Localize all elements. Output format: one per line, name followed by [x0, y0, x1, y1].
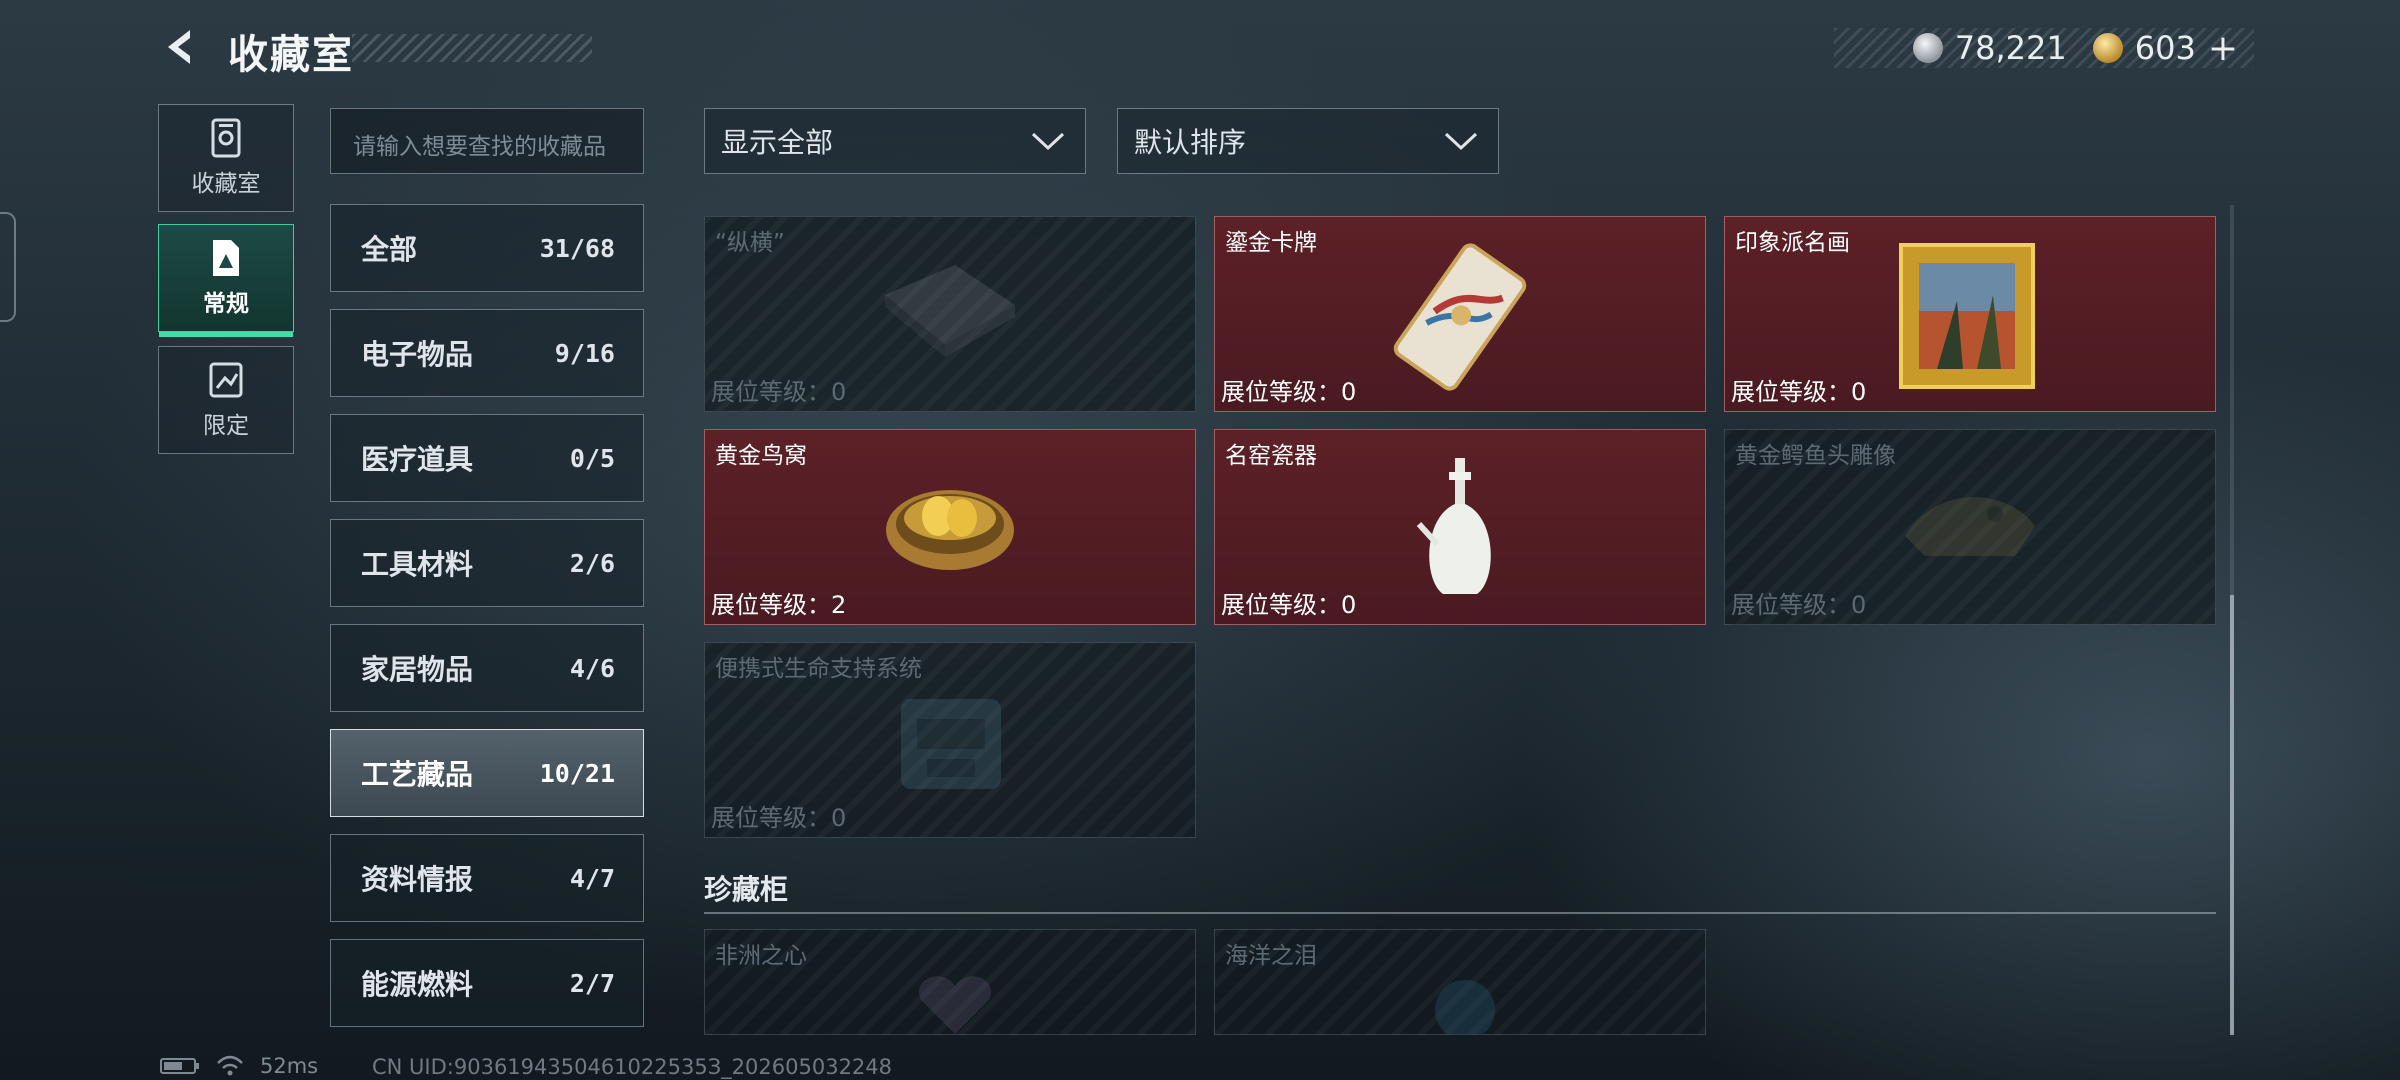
cabinet-card-ocean-tear[interactable]: 海洋之泪 [1214, 929, 1706, 1035]
silver-coin-icon [1912, 33, 1943, 63]
ping-value: 52ms [260, 1054, 319, 1078]
item-name: 便携式生命支持系统 [715, 656, 922, 682]
gold-coin-icon [2092, 33, 2123, 63]
status-bar: 52ms [160, 1054, 318, 1078]
category-name: 能源燃料 [361, 968, 474, 1001]
search-placeholder: 请输入想要查找的收藏品 [353, 134, 606, 160]
item-name: 名窑瓷器 [1225, 443, 1317, 469]
limited-icon [209, 362, 243, 398]
category-household[interactable]: 家居物品 4/6 [330, 624, 644, 712]
item-card-impressionist-painting[interactable]: 印象派名画 展位等级：0 [1724, 216, 2216, 412]
item-level: 展位等级：0 [1731, 378, 1867, 406]
life-support-icon [901, 699, 1001, 789]
item-name: 黄金鸟窝 [715, 443, 807, 469]
category-count: 2/6 [569, 548, 615, 578]
category-count: 4/6 [569, 653, 615, 683]
category-electronics[interactable]: 电子物品 9/16 [330, 309, 644, 397]
cabinet-item-name: 非洲之心 [715, 943, 807, 969]
category-energy[interactable]: 能源燃料 2/7 [330, 939, 644, 1027]
sort-value: 默认排序 [1134, 126, 1247, 159]
category-all[interactable]: 全部 31/68 [330, 204, 644, 292]
painting-icon [1899, 243, 2035, 389]
item-card-gilded-card[interactable]: 鎏金卡牌 展位等级：0 [1214, 216, 1706, 412]
category-count: 9/16 [554, 338, 615, 368]
category-name: 全部 [361, 233, 418, 266]
side-nav-collection-room[interactable]: 收藏室 [158, 104, 294, 212]
back-button[interactable] [160, 26, 202, 68]
chevron-down-icon [1031, 132, 1065, 151]
chevron-down-icon [1444, 132, 1478, 151]
item-name: 鎏金卡牌 [1225, 230, 1317, 256]
back-arrow-icon [168, 30, 190, 64]
category-name: 电子物品 [361, 338, 474, 371]
side-nav-label: 限定 [203, 413, 249, 439]
item-level: 展位等级：0 [711, 378, 847, 406]
item-level: 展位等级：0 [1221, 378, 1357, 406]
wifi-icon [217, 1055, 243, 1076]
category-tools[interactable]: 工具材料 2/6 [330, 519, 644, 607]
heart-gem-icon [918, 976, 992, 1034]
category-name: 资料情报 [361, 863, 474, 896]
crocodile-statue-icon [1905, 497, 2035, 556]
category-name: 家居物品 [361, 653, 474, 686]
item-card-zongheng[interactable]: “纵横” 展位等级：0 [704, 216, 1196, 412]
porcelain-vase-icon [1416, 458, 1491, 594]
category-name: 工艺藏品 [361, 758, 474, 791]
item-level: 展位等级：2 [711, 591, 847, 619]
item-name: 印象派名画 [1735, 230, 1850, 256]
section-title-cabinet: 珍藏柜 [704, 873, 789, 906]
currency-bar: 78,221 603 + [1834, 28, 2254, 69]
regular-icon [213, 240, 239, 276]
item-name: 黄金鳄鱼头雕像 [1735, 443, 1896, 469]
category-count: 10/21 [539, 758, 615, 788]
gilded-card-icon [1393, 243, 1527, 391]
title-decoration [352, 34, 592, 62]
collection-room-icon [211, 118, 241, 158]
item-card-golden-nest[interactable]: 黄金鸟窝 展位等级：2 [704, 429, 1196, 625]
search-input[interactable]: 请输入想要查找的收藏品 [330, 108, 644, 174]
sort-dropdown[interactable]: 默认排序 [1117, 108, 1499, 174]
category-medical[interactable]: 医疗道具 0/5 [330, 414, 644, 502]
category-count: 0/5 [569, 443, 615, 473]
gold-coin-value: 603 [2134, 29, 2196, 67]
item-name: “纵横” [715, 230, 785, 256]
category-count: 2/7 [569, 968, 615, 998]
item-level: 展位等级：0 [1221, 591, 1357, 619]
category-crafts[interactable]: 工艺藏品 10/21 [330, 729, 644, 817]
category-count: 4/7 [569, 863, 615, 893]
category-name: 医疗道具 [361, 443, 474, 476]
filter-show-dropdown[interactable]: 显示全部 [704, 108, 1086, 174]
item-card-crocodile-statue[interactable]: 黄金鳄鱼头雕像 展位等级：0 [1724, 429, 2216, 625]
recharge-plus-button[interactable]: + [2208, 28, 2238, 69]
chess-board-icon [885, 265, 1015, 357]
silver-coin-value: 78,221 [1954, 29, 2067, 67]
category-intel[interactable]: 资料情报 4/7 [330, 834, 644, 922]
uid-text: CN UID:9036194350461022535З_202605032248 [372, 1055, 893, 1079]
item-level: 展位等级：0 [711, 804, 847, 832]
side-nav-regular[interactable]: 常规 [158, 224, 294, 337]
battery-icon [160, 1058, 199, 1074]
scrollbar-thumb[interactable] [2230, 595, 2234, 1035]
cabinet-card-heart-of-africa[interactable]: 非洲之心 [704, 929, 1196, 1035]
side-nav-label: 常规 [203, 291, 249, 317]
category-name: 工具材料 [361, 548, 474, 581]
edge-drawer-handle[interactable] [0, 212, 16, 322]
item-card-life-support[interactable]: 便携式生命支持系统 展位等级：0 [704, 642, 1196, 838]
page-title: 收藏室 [228, 32, 354, 78]
side-nav-limited[interactable]: 限定 [158, 346, 294, 454]
item-level: 展位等级：0 [1731, 591, 1867, 619]
item-card-porcelain[interactable]: 名窑瓷器 展位等级：0 [1214, 429, 1706, 625]
section-divider [704, 912, 2216, 914]
side-nav-label: 收藏室 [191, 171, 261, 197]
filter-show-value: 显示全部 [721, 126, 834, 159]
category-count: 31/68 [539, 233, 615, 263]
cabinet-item-name: 海洋之泪 [1225, 943, 1317, 969]
ocean-gem-icon [1435, 980, 1495, 1034]
golden-nest-icon [886, 490, 1014, 570]
